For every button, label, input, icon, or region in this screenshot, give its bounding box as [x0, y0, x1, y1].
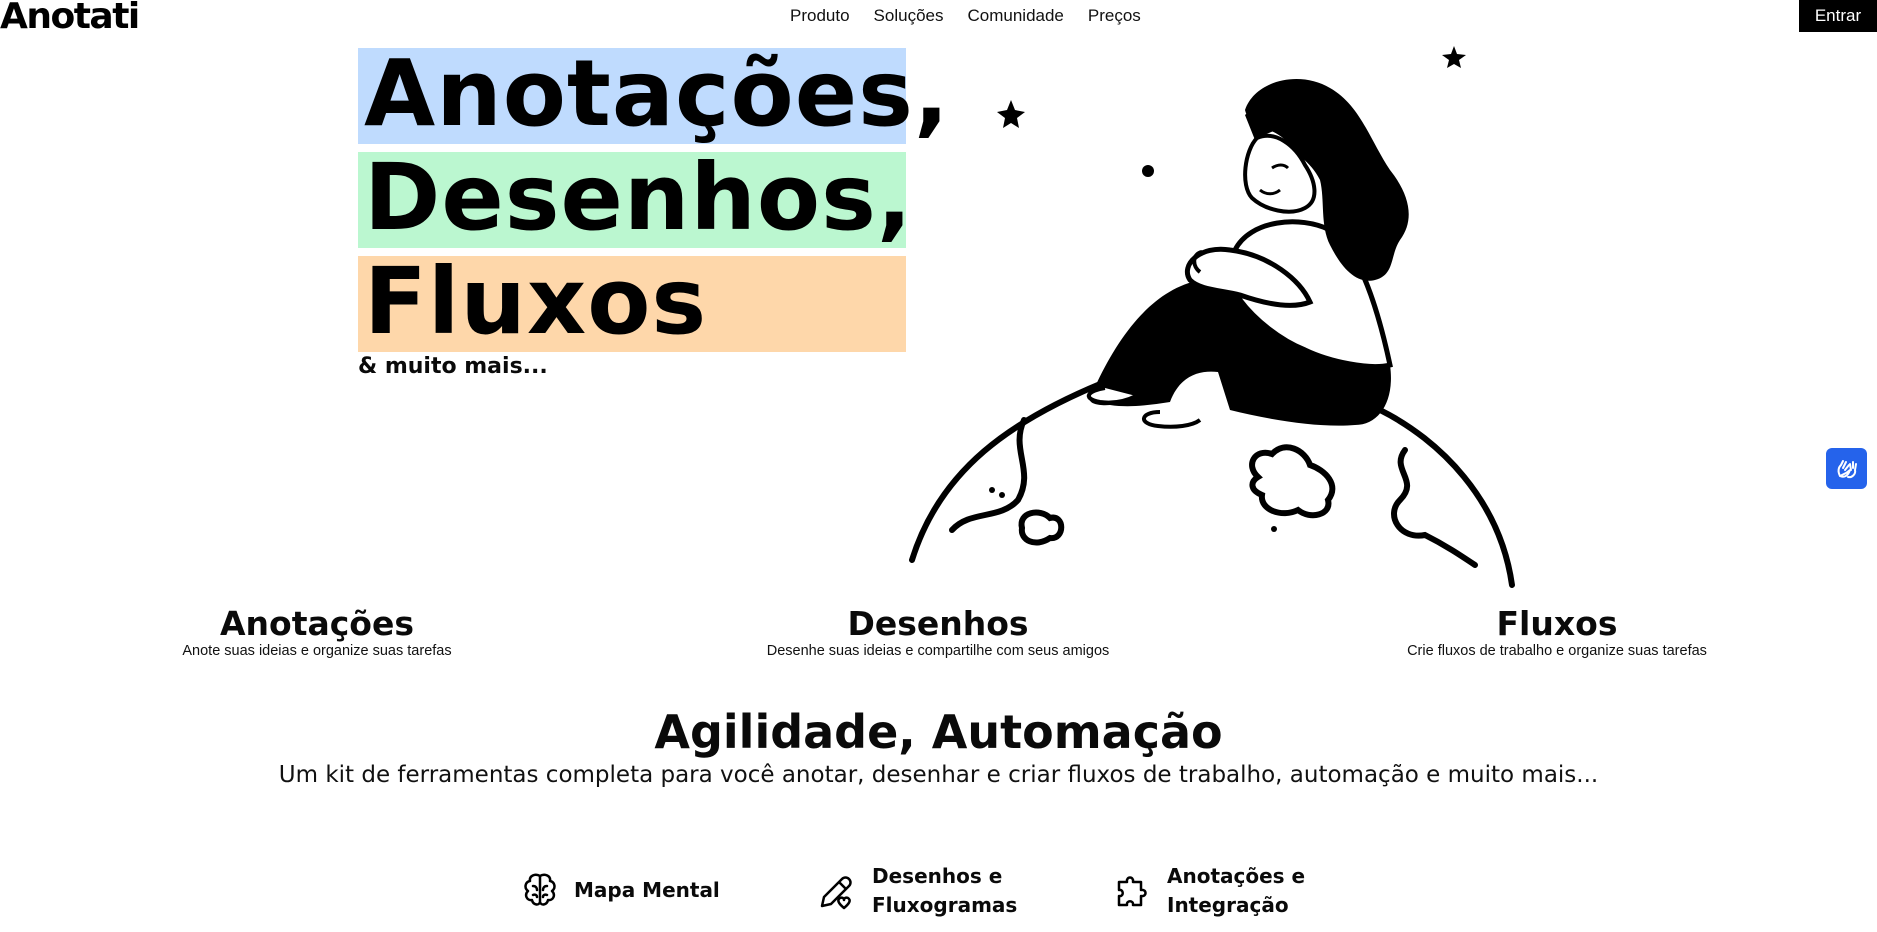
accessibility-button[interactable] — [1826, 448, 1867, 489]
hero-tagline: & muito mais... — [358, 354, 548, 379]
feature-title: Desenhos — [847, 604, 1029, 643]
feature-desc: Anote suas ideias e organize suas tarefa… — [182, 643, 452, 659]
tool-label: Anotações e Integração — [1167, 864, 1306, 917]
star-dot-icon — [1142, 165, 1154, 177]
feature-desc: Crie fluxos de trabalho e organize suas … — [1407, 643, 1707, 659]
section-subtitle: Um kit de ferramentas completa para você… — [278, 762, 1599, 788]
hero-word-desenhos: Desenhos, — [364, 144, 913, 251]
feature-desenhos: Desenhos Desenhe suas ideias e compartil… — [728, 601, 1148, 659]
tool-mapa-mental[interactable]: Mapa Mental — [520, 870, 720, 910]
star-icon — [1442, 46, 1466, 68]
feature-title: Anotações — [219, 604, 414, 643]
login-button[interactable]: Entrar — [1799, 0, 1877, 32]
nav-comunidade[interactable]: Comunidade — [967, 6, 1063, 26]
puzzle-icon — [1117, 876, 1147, 907]
brain-icon — [524, 873, 556, 906]
feature-fluxos: Fluxos Crie fluxos de trabalho e organiz… — [1347, 601, 1767, 659]
tool-label: Mapa Mental — [574, 877, 720, 902]
hero-word-anotacoes: Anotações, — [364, 40, 950, 147]
pencil-heart-icon — [820, 876, 852, 910]
girl-on-planet-illustration — [909, 46, 1515, 588]
hero-band-fluxos: Fluxos — [358, 250, 906, 354]
hero-word-fluxos: Fluxos — [364, 248, 708, 355]
hero-band-anotacoes: Anotações, — [358, 42, 949, 146]
nav-solucoes[interactable]: Soluções — [874, 6, 944, 26]
logo[interactable]: Anotati — [0, 0, 140, 37]
section-title: Agilidade, Automação — [654, 705, 1223, 759]
tool-desenhos-fluxogramas[interactable]: Desenhos e Fluxogramas — [816, 862, 1022, 920]
hero-band-desenhos: Desenhos, — [358, 146, 912, 250]
tool-anotacoes-integracao[interactable]: Anotações e Integração — [1111, 862, 1317, 920]
nav-precos[interactable]: Preços — [1088, 6, 1141, 26]
main-nav: Produto Soluções Comunidade Preços — [790, 6, 1141, 26]
feature-title: Fluxos — [1496, 604, 1618, 643]
star-icon — [997, 100, 1025, 128]
nav-produto[interactable]: Produto — [790, 6, 850, 26]
sign-language-hands-icon — [1837, 459, 1857, 478]
tool-label: Desenhos e Fluxogramas — [872, 864, 1018, 917]
feature-anotacoes: Anotações Anote suas ideias e organize s… — [107, 601, 527, 659]
feature-desc: Desenhe suas ideias e compartilhe com se… — [766, 643, 1110, 659]
